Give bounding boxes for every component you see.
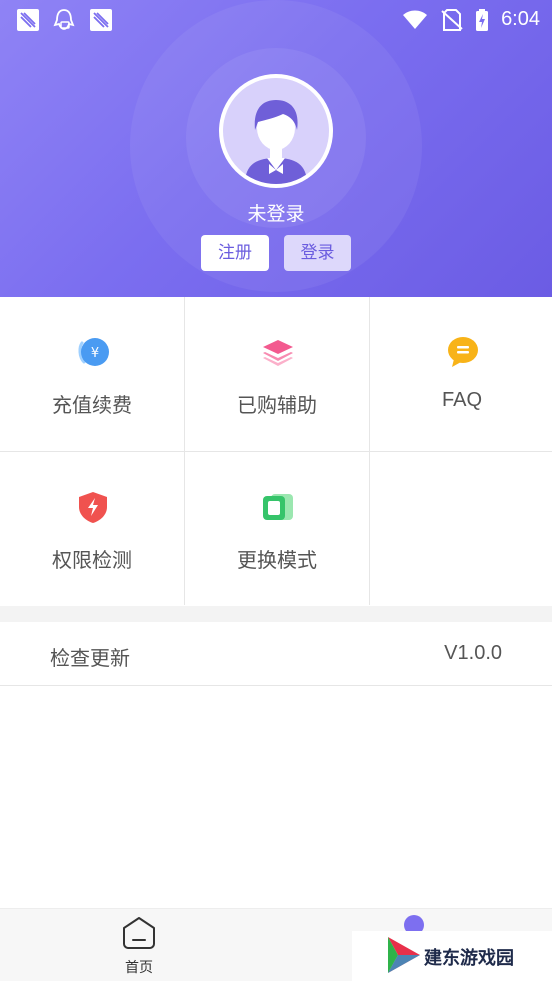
- watermark-logo-icon: [388, 937, 420, 973]
- layers-icon: [263, 340, 293, 366]
- version-text: V1.0.0: [444, 642, 502, 664]
- section-separator: [0, 606, 552, 622]
- grid-item-label: 充值续费: [52, 393, 132, 417]
- grid-item-permission[interactable]: 权限检测: [0, 452, 184, 606]
- status-bar: 6:04: [0, 0, 552, 40]
- avatar[interactable]: [219, 74, 333, 188]
- nav-home[interactable]: 首页: [112, 909, 166, 981]
- wifi-icon: [403, 10, 427, 29]
- grid-item-recharge[interactable]: ¥ 充值续费: [0, 297, 184, 451]
- check-update-label: 检查更新: [50, 646, 130, 670]
- feature-grid: ¥ 充值续费 已购辅助 FAQ 权限检测 更换模式: [0, 297, 552, 605]
- grid-item-label: 更换模式: [237, 548, 317, 572]
- watermark-text: 建东游戏园: [424, 948, 514, 969]
- switch-mode-icon: [263, 494, 293, 520]
- svg-text:¥: ¥: [91, 346, 99, 361]
- watermark: 建东游戏园: [352, 931, 552, 981]
- grid-item-faq[interactable]: FAQ: [370, 297, 552, 451]
- clock: 6:04: [501, 8, 540, 30]
- grid-item-purchased[interactable]: 已购辅助: [185, 297, 369, 451]
- nav-home-label: 首页: [125, 960, 153, 976]
- login-button[interactable]: 登录: [284, 235, 351, 271]
- register-button[interactable]: 注册: [201, 235, 269, 271]
- recharge-icon: ¥: [78, 338, 109, 366]
- profile-header: 6:04 未登录 注册 登录: [0, 0, 552, 297]
- grid-item-label: FAQ: [441, 389, 482, 411]
- grid-item-label: 权限检测: [52, 548, 132, 572]
- shield-icon: [79, 492, 107, 523]
- notification-icon: [90, 9, 112, 31]
- battery-charging-icon: [476, 9, 488, 31]
- home-icon: [123, 917, 155, 949]
- chat-bubble-icon: [448, 337, 478, 367]
- qq-icon: [53, 9, 75, 30]
- check-update-row[interactable]: 检查更新 V1.0.0: [0, 622, 552, 686]
- grid-item-label: 已购辅助: [237, 393, 317, 417]
- user-avatar-icon: [245, 100, 307, 184]
- no-sim-icon: [441, 9, 463, 31]
- login-status-text: 未登录: [247, 203, 305, 225]
- grid-item-switch-mode[interactable]: 更换模式: [185, 452, 369, 606]
- notification-icon: [17, 9, 39, 31]
